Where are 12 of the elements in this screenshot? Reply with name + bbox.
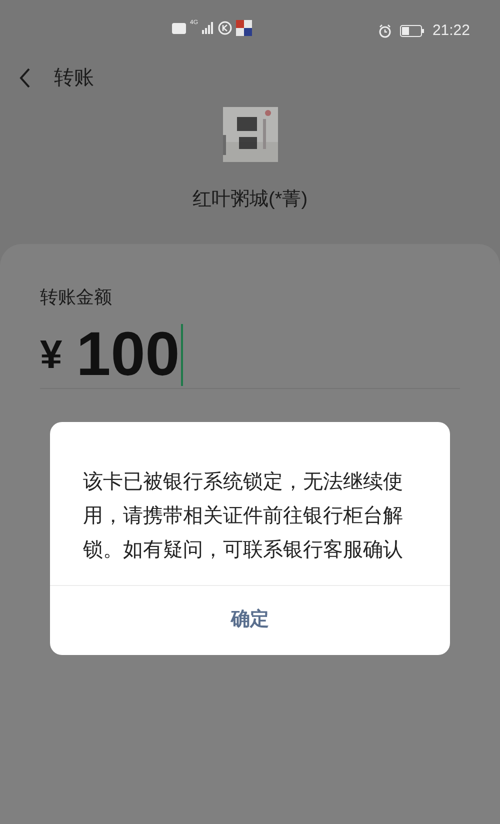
page-title: 转账	[54, 66, 94, 91]
amount-label: 转账金额	[40, 286, 113, 308]
signal-icon	[202, 22, 214, 34]
battery-icon	[400, 25, 424, 38]
app-icon	[236, 20, 252, 36]
status-time: 21:22	[432, 21, 470, 41]
confirm-button[interactable]: 确定	[50, 586, 450, 655]
alarm-icon	[378, 24, 392, 38]
payee-name: 红叶粥城(*菁)	[192, 188, 308, 212]
dialog-message: 该卡已被银行系统锁定，无法继续使用，请携带相关证件前往银行柜台解锁。如有疑问，可联系银行客服确认	[82, 470, 404, 563]
amount-field[interactable]: ¥ 100	[40, 322, 460, 388]
circle-icon	[218, 21, 232, 35]
